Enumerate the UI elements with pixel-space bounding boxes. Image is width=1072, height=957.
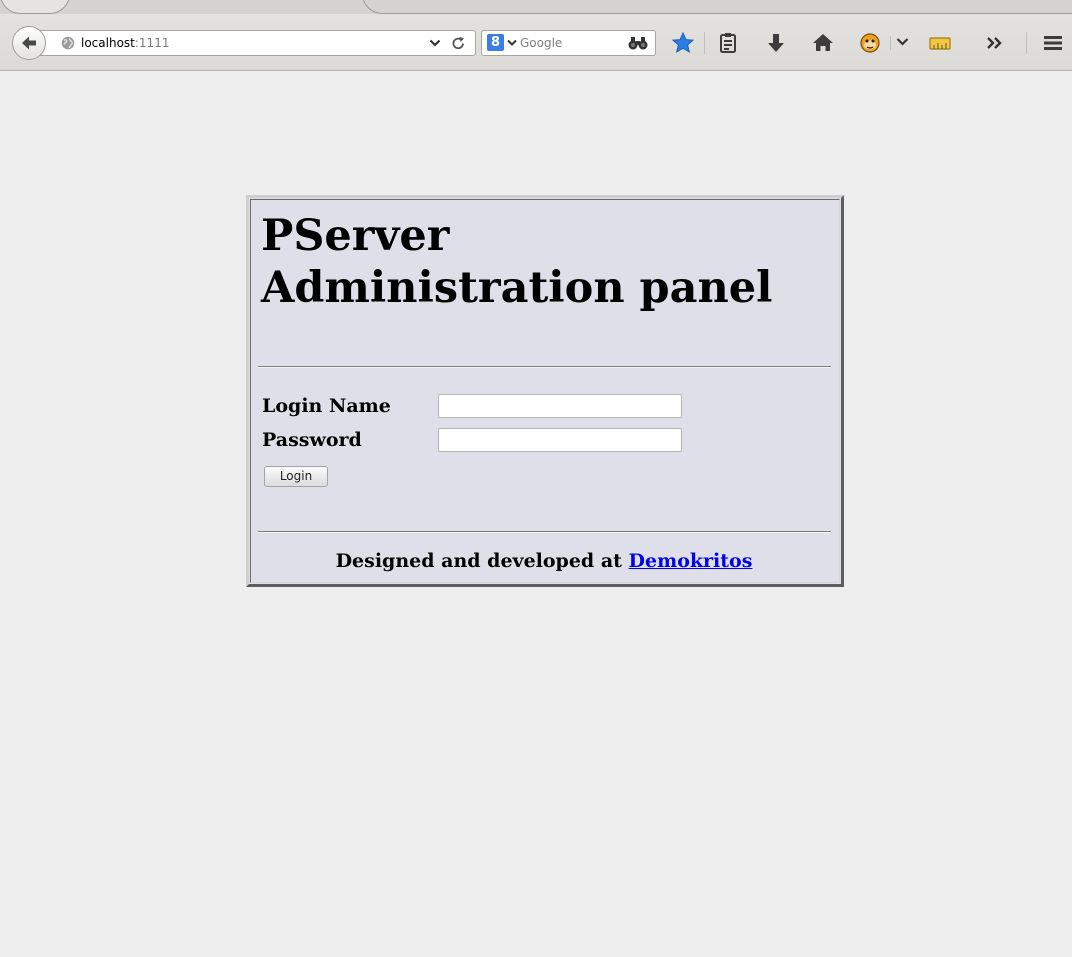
greasemonkey-menu-chevron-icon[interactable]	[896, 37, 909, 47]
admin-login-panel: PServer Administration panel Login Name P…	[246, 195, 844, 587]
ruler-icon[interactable]	[927, 30, 953, 56]
binoculars-icon[interactable]	[628, 35, 648, 51]
tab-edge-left[interactable]	[0, 0, 70, 14]
url-port: :1111	[134, 36, 170, 50]
url-host: localhost	[81, 36, 135, 50]
title-line-1: PServer	[261, 211, 450, 261]
toolbar-separator	[1026, 32, 1027, 54]
footer-credit: Designed and developed at Demokritos	[251, 550, 837, 572]
url-history-dropdown-icon[interactable]	[429, 39, 441, 48]
search-bar[interactable]: 8	[481, 30, 656, 56]
panel-frame: PServer Administration panel Login Name P…	[250, 199, 840, 583]
page-title: PServer Administration panel	[261, 210, 772, 314]
login-name-input[interactable]	[438, 394, 682, 418]
menu-icon[interactable]	[1040, 30, 1066, 56]
download-icon[interactable]	[763, 30, 789, 56]
tab-edge-right[interactable]	[362, 0, 1072, 14]
toolbar-separator	[890, 36, 891, 50]
footer-text: Designed and developed at	[335, 550, 629, 572]
password-input[interactable]	[438, 428, 682, 452]
bookmark-star-icon[interactable]	[670, 30, 696, 56]
password-label: Password	[262, 429, 362, 451]
login-name-label: Login Name	[262, 395, 391, 417]
overflow-icon[interactable]	[982, 30, 1008, 56]
greasemonkey-icon[interactable]	[857, 30, 883, 56]
title-line-2: Administration panel	[261, 263, 773, 313]
tab-strip	[0, 0, 1072, 14]
reload-icon[interactable]	[451, 36, 466, 51]
google-g-icon[interactable]: 8	[487, 34, 504, 51]
divider-top	[258, 366, 831, 368]
search-input[interactable]	[520, 34, 620, 52]
url-text[interactable]: localhost:1111	[81, 36, 169, 50]
login-button[interactable]: Login	[264, 466, 328, 487]
toolbar-separator	[704, 32, 705, 54]
back-arrow-icon	[22, 36, 36, 50]
chevron-down-icon[interactable]	[507, 39, 517, 47]
back-button[interactable]	[12, 26, 46, 60]
url-bar[interactable]: localhost:1111	[38, 30, 476, 56]
demokritos-link[interactable]: Demokritos	[629, 550, 753, 572]
reading-list-icon[interactable]	[715, 30, 741, 56]
globe-icon[interactable]	[61, 36, 75, 50]
divider-bottom	[258, 531, 831, 533]
browser-toolbar: localhost:1111 8	[0, 0, 1072, 71]
home-icon[interactable]	[810, 30, 836, 56]
